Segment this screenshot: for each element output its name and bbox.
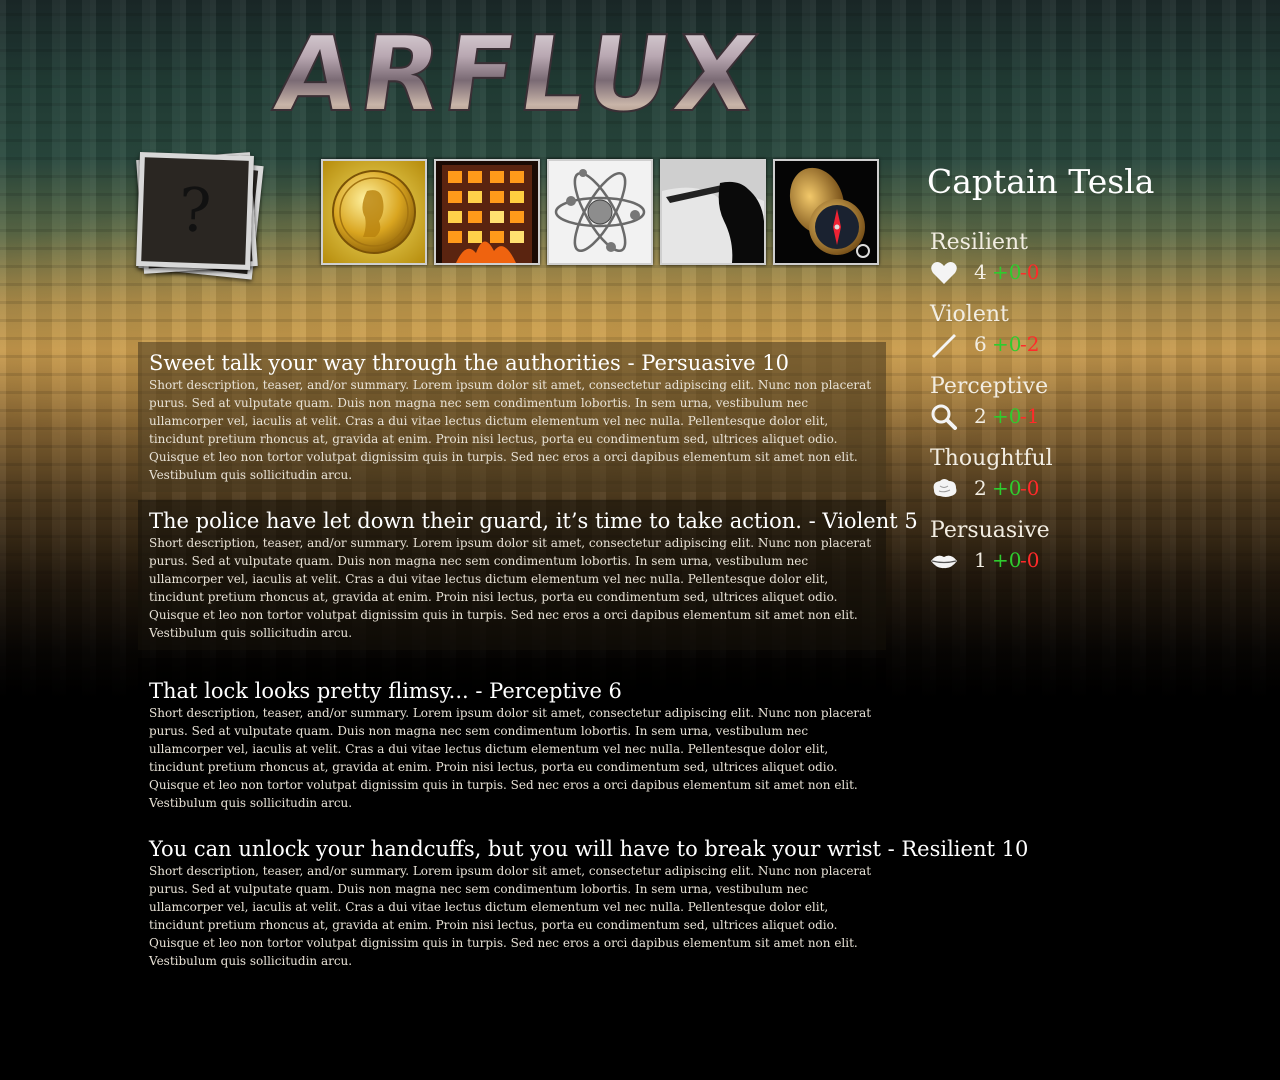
atom-icon	[549, 161, 651, 263]
event-description: Short description, teaser, and/or summar…	[149, 378, 872, 482]
item-compass[interactable]	[773, 159, 879, 265]
gold-coin-icon	[323, 161, 425, 263]
event-title: You can unlock your handcuffs, but you w…	[149, 837, 1029, 861]
event-title: That lock looks pretty flimsy... - Perce…	[149, 679, 622, 703]
item-burning-building[interactable]	[434, 159, 540, 265]
stat-perceptive: Perceptive 2 +0 -1	[930, 372, 1130, 444]
event-description: Short description, teaser, and/or summar…	[149, 706, 872, 810]
game-logo: ARFLUX	[228, 12, 798, 135]
magnifier-icon	[931, 404, 957, 430]
question-mark-icon: ?	[177, 175, 213, 247]
stat-thoughtful: Thoughtful 2 +0 -0	[930, 444, 1130, 516]
stat-penalty: -1	[1020, 404, 1040, 428]
stat-label: Thoughtful	[930, 446, 1053, 471]
event-description: Short description, teaser, and/or summar…	[149, 864, 872, 968]
stat-label: Persuasive	[930, 518, 1050, 543]
lips-icon	[931, 555, 957, 569]
stat-penalty: -0	[1020, 260, 1040, 284]
stat-penalty: -0	[1020, 548, 1040, 572]
stat-penalty: -0	[1020, 476, 1040, 500]
deck-card-top: ?	[136, 152, 254, 270]
character-stats: Resilient 4 +0 -0 Violent 6 +0 -2 Percep…	[930, 228, 1130, 588]
stat-label: Violent	[930, 302, 1009, 327]
stat-bonus: +0	[992, 404, 1022, 428]
event-list: Sweet talk your way through the authorit…	[138, 342, 1029, 980]
stat-value: 1	[974, 548, 987, 572]
stat-bonus: +0	[992, 332, 1022, 356]
stat-bonus: +0	[992, 260, 1022, 284]
knife-hand-icon	[662, 161, 764, 263]
stat-value: 2	[974, 476, 987, 500]
compass-icon	[775, 161, 877, 263]
stat-bonus: +0	[992, 548, 1022, 572]
stat-penalty: -2	[1020, 332, 1040, 356]
stat-resilient: Resilient 4 +0 -0	[930, 228, 1130, 300]
brain-icon	[933, 479, 957, 497]
heart-icon	[931, 262, 957, 284]
stat-violent: Violent 6 +0 -2	[930, 300, 1130, 372]
item-gold-coin[interactable]	[321, 159, 427, 265]
event-option[interactable]: You can unlock your handcuffs, but you w…	[138, 816, 1029, 980]
stat-persuasive: Persuasive 1 +0 -0	[930, 516, 1130, 588]
burning-building-icon	[436, 161, 538, 263]
stat-label: Perceptive	[930, 374, 1049, 399]
knife-icon	[932, 334, 956, 358]
event-title: Sweet talk your way through the authorit…	[149, 351, 789, 375]
character-name: Captain Tesla	[927, 162, 1155, 201]
event-option[interactable]: That lock looks pretty flimsy... - Perce…	[138, 658, 886, 810]
stat-value: 4	[974, 260, 987, 284]
item-bar	[321, 159, 879, 265]
stat-label: Resilient	[930, 230, 1029, 255]
logo-text: ARFLUX	[268, 22, 768, 130]
event-title: The police have let down their guard, it…	[149, 509, 918, 533]
event-description: Short description, teaser, and/or summar…	[149, 536, 872, 640]
event-option[interactable]: The police have let down their guard, it…	[138, 500, 918, 650]
stat-value: 2	[974, 404, 987, 428]
stat-value: 6	[974, 332, 987, 356]
item-atom[interactable]	[547, 159, 653, 265]
card-deck[interactable]: ?	[136, 150, 264, 280]
item-knife-hand[interactable]	[660, 159, 766, 265]
stat-bonus: +0	[992, 476, 1022, 500]
event-option[interactable]: Sweet talk your way through the authorit…	[138, 342, 886, 492]
